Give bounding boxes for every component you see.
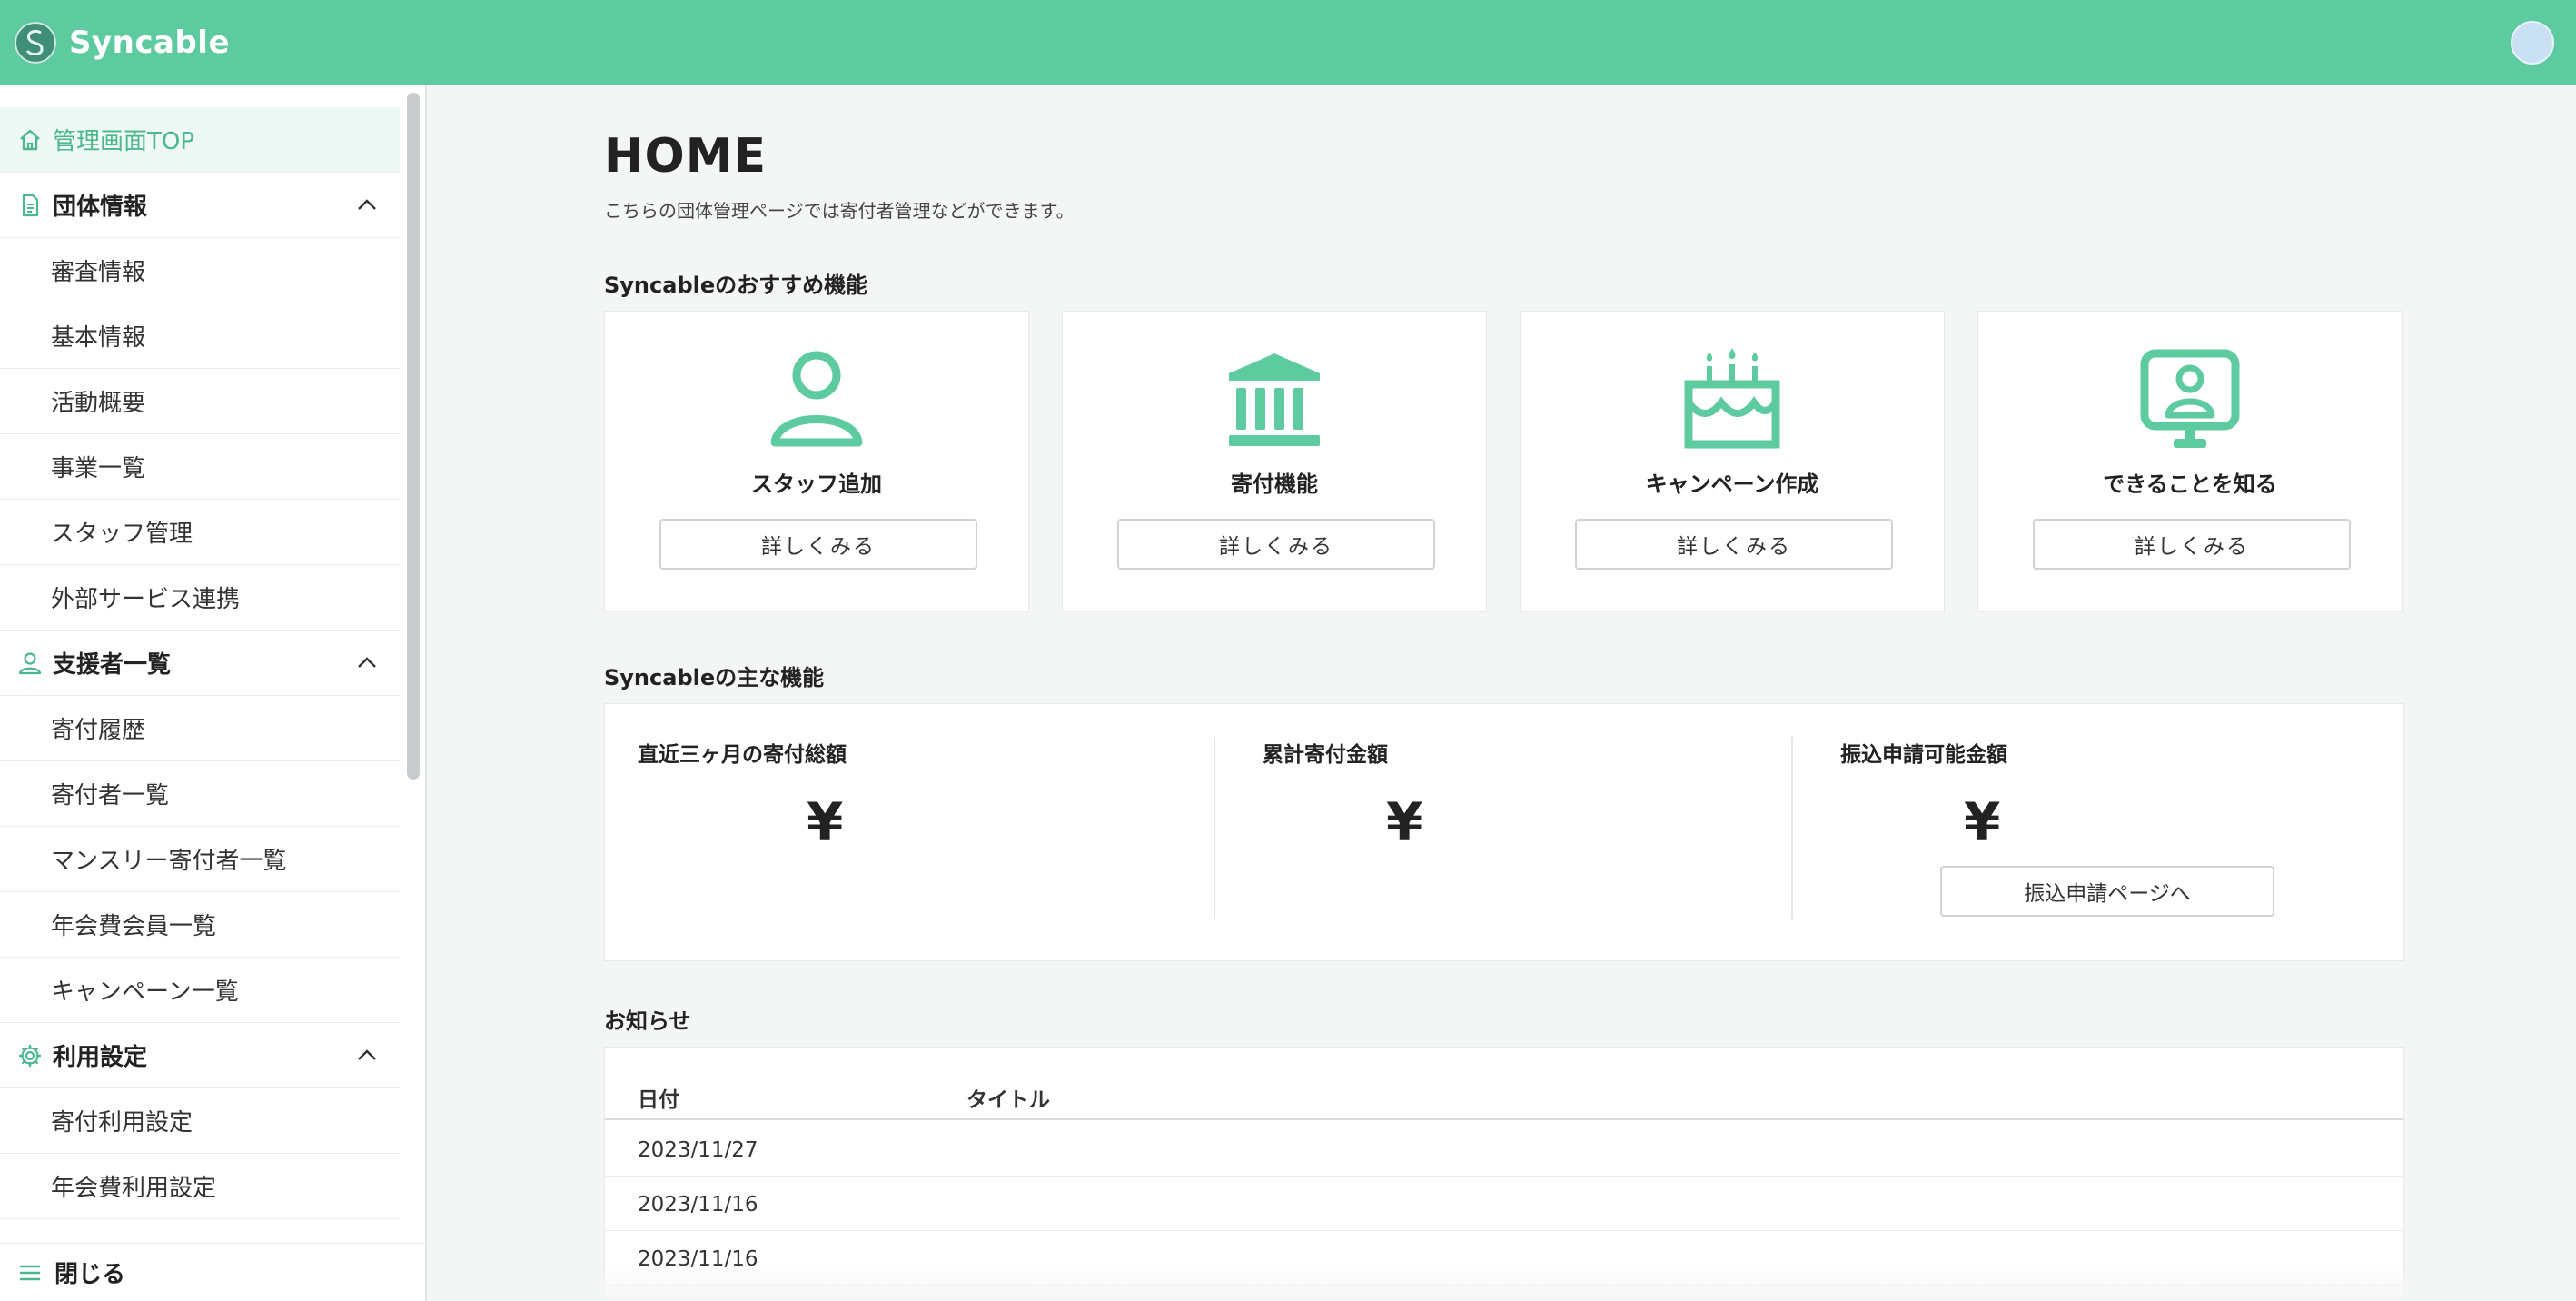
stat-recent-three-months: 直近三ヶ月の寄付総額 ¥ (638, 737, 847, 919)
sidebar-item-review-info[interactable]: 審査情報 (0, 238, 400, 303)
institution-icon (1229, 353, 1320, 446)
stat-label: 直近三ヶ月の寄付総額 (638, 743, 847, 767)
news-date: 2023/11/27 (638, 1138, 758, 1162)
card-label: できることを知る (2103, 472, 2277, 497)
recommend-section-title: Syncableのおすすめ機能 (604, 273, 868, 298)
sidebar-item-label: 事業一覧 (51, 455, 146, 482)
page-title: HOME (604, 129, 767, 184)
home-icon (16, 126, 44, 154)
news-row[interactable]: 2023/11/27 (605, 1122, 2403, 1177)
stat-value: ¥ (1386, 791, 1423, 853)
sidebar-section-label: 利用設定 (53, 1044, 148, 1071)
stat-divider (1791, 737, 1793, 919)
sidebar-item-label: 基本情報 (51, 324, 146, 352)
app-name: Syncable (69, 25, 231, 61)
sidebar-item-label: 審査情報 (51, 259, 146, 286)
sidebar-menu: 管理画面TOP 団体情報 審査情報 基本情報 活動概要 事業一覧 スタッフ管理 … (0, 107, 400, 1219)
news-row[interactable]: 2023/11/16 (605, 1177, 2403, 1231)
card-detail-button[interactable]: 詳しくみる (1117, 519, 1435, 570)
news-section-title: お知らせ (604, 1008, 691, 1034)
chevron-up-icon[interactable] (354, 1043, 380, 1068)
sidebar-item-annual-fee-settings[interactable]: 年会費利用設定 (0, 1154, 400, 1219)
sidebar-item-label: 年会費利用設定 (51, 1175, 217, 1202)
stat-total-donations: 累計寄付金額 ¥ (1263, 737, 1422, 919)
sidebar-close-label: 閉じる (54, 1261, 126, 1288)
stats-panel: 直近三ヶ月の寄付総額 ¥ 累計寄付金額 ¥ 振込申請可能金額 ¥ 振込申請ページ… (604, 703, 2404, 961)
stat-label: 振込申請可能金額 (1840, 743, 2007, 767)
card-label: キャンペーン作成 (1645, 472, 1819, 497)
page-description: こちらの団体管理ページでは寄付者管理などができます。 (604, 200, 1075, 222)
cake-icon (1684, 348, 1780, 449)
news-table-header: 日付 タイトル (605, 1048, 2403, 1120)
card-donation-feature: 寄付機能 詳しくみる (1062, 311, 1487, 612)
bottom-fade-overlay (427, 1265, 2576, 1301)
transfer-request-button[interactable]: 振込申請ページへ (1940, 866, 2274, 917)
recommend-cards: スタッフ追加 詳しくみる 寄付機能 詳しくみる キャンペーン作成 詳しくみる で… (604, 311, 2404, 612)
sidebar-item-external-services[interactable]: 外部サービス連携 (0, 565, 400, 631)
sidebar-item-donation-settings[interactable]: 寄付利用設定 (0, 1088, 400, 1154)
card-detail-button[interactable]: 詳しくみる (659, 519, 977, 570)
sidebar-item-label: マンスリー寄付者一覧 (51, 848, 287, 875)
top-header: Syncable (0, 0, 2576, 85)
card-label: 寄付機能 (1231, 472, 1318, 497)
news-date: 2023/11/16 (638, 1193, 758, 1217)
person-icon (16, 650, 44, 677)
menu-icon (16, 1259, 44, 1286)
stat-label: 累計寄付金額 (1263, 743, 1388, 767)
sidebar: 管理画面TOP 団体情報 審査情報 基本情報 活動概要 事業一覧 スタッフ管理 … (0, 85, 427, 1301)
sidebar-item-campaigns[interactable]: キャンペーン一覧 (0, 958, 400, 1023)
app-logo[interactable]: Syncable (15, 22, 230, 64)
chevron-up-icon[interactable] (354, 650, 380, 676)
stat-value: ¥ (807, 791, 844, 853)
user-avatar[interactable] (2511, 21, 2554, 65)
chevron-up-icon[interactable] (354, 193, 380, 218)
sidebar-item-donation-history[interactable]: 寄付履歴 (0, 696, 400, 761)
staff-person-icon (770, 351, 863, 447)
sidebar-item-staff[interactable]: スタッフ管理 (0, 500, 400, 565)
sidebar-section-label: 支援者一覧 (53, 651, 172, 679)
sidebar-item-monthly-donors[interactable]: マンスリー寄付者一覧 (0, 827, 400, 892)
stat-divider (1214, 737, 1215, 919)
sidebar-item-activity-overview[interactable]: 活動概要 (0, 369, 400, 434)
gear-icon (16, 1042, 44, 1069)
card-learn-features: できることを知る 詳しくみる (1977, 311, 2403, 612)
card-detail-button[interactable]: 詳しくみる (1575, 519, 1893, 570)
card-campaign-create: キャンペーン作成 詳しくみる (1520, 311, 1945, 612)
news-header-date: 日付 (638, 1088, 679, 1112)
sidebar-close-button[interactable]: 閉じる (0, 1243, 425, 1301)
sidebar-item-label: 寄付利用設定 (51, 1109, 193, 1137)
document-icon (16, 192, 44, 219)
stat-value: ¥ (1964, 791, 2001, 853)
sidebar-item-label: 管理画面TOP (53, 128, 195, 155)
card-staff-add: スタッフ追加 詳しくみる (604, 311, 1029, 612)
sidebar-item-label: 寄付履歴 (51, 717, 146, 744)
card-detail-button[interactable]: 詳しくみる (2033, 519, 2351, 570)
sidebar-section-label: 団体情報 (53, 194, 148, 221)
news-table: 日付 タイトル 2023/11/27 2023/11/16 2023/11/16 (604, 1047, 2404, 1301)
sidebar-section-supporters[interactable]: 支援者一覧 (0, 631, 400, 696)
sidebar-item-label: 年会費会員一覧 (51, 913, 217, 940)
sidebar-item-label: スタッフ管理 (51, 521, 193, 548)
sidebar-section-organization[interactable]: 団体情報 (0, 173, 400, 238)
sidebar-item-label: 活動概要 (51, 390, 146, 417)
sidebar-section-settings[interactable]: 利用設定 (0, 1023, 400, 1088)
features-section-title: Syncableの主な機能 (604, 665, 825, 690)
sidebar-item-basic-info[interactable]: 基本情報 (0, 303, 400, 369)
sidebar-item-projects[interactable]: 事業一覧 (0, 434, 400, 500)
sidebar-item-donors[interactable]: 寄付者一覧 (0, 761, 400, 827)
sidebar-item-label: 寄付者一覧 (51, 782, 170, 809)
sidebar-scrollbar-thumb[interactable] (407, 93, 420, 780)
monitor-person-icon (2140, 349, 2240, 448)
logo-mark-icon (15, 22, 56, 64)
sidebar-item-annual-members[interactable]: 年会費会員一覧 (0, 892, 400, 958)
sidebar-item-label: 外部サービス連携 (51, 586, 241, 613)
card-label: スタッフ追加 (751, 472, 882, 497)
sidebar-item-label: キャンペーン一覧 (51, 978, 239, 1006)
news-header-title: タイトル (966, 1088, 1050, 1112)
sidebar-item-top[interactable]: 管理画面TOP (0, 107, 400, 173)
